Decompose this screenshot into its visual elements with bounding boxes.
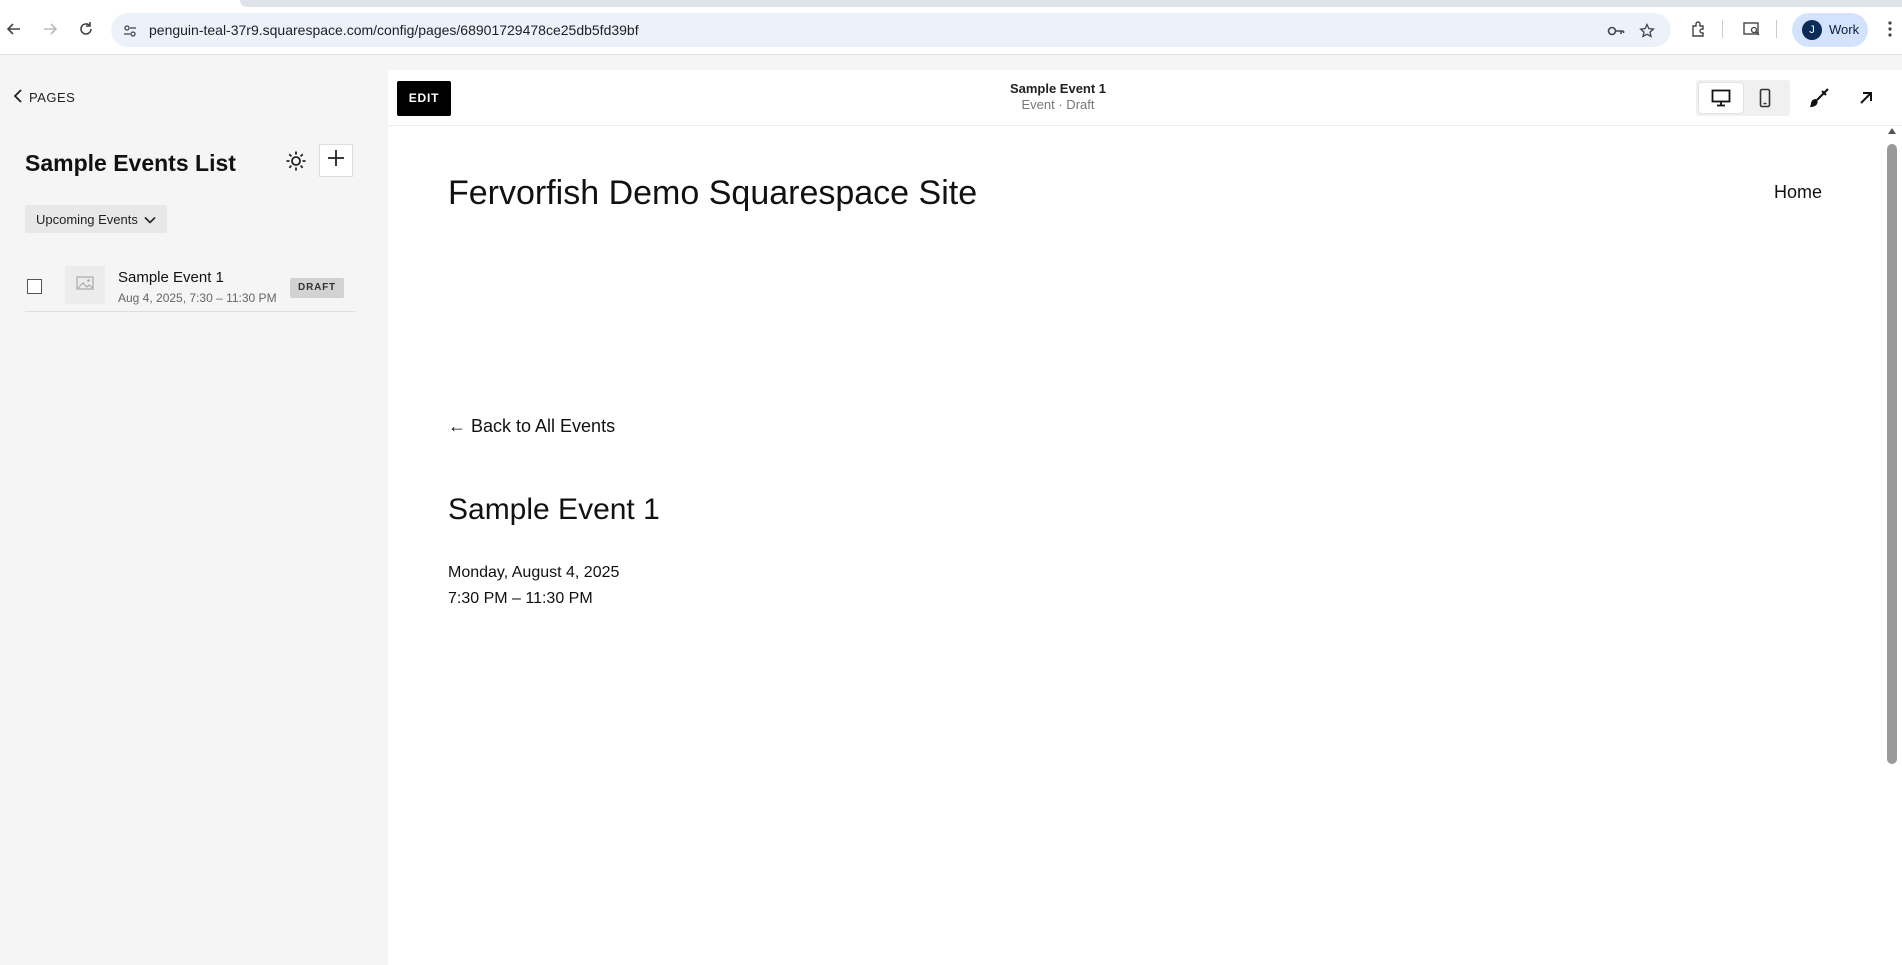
profile-button[interactable]: J Work <box>1792 13 1868 47</box>
browser-toolbar: penguin-teal-37r9.squarespace.com/config… <box>0 0 1902 55</box>
gear-icon[interactable] <box>283 148 309 174</box>
back-to-pages-link[interactable]: PAGES <box>13 89 75 106</box>
reload-icon[interactable] <box>75 18 97 40</box>
event-name: Sample Event 1 <box>118 269 224 286</box>
preview-scrollbar[interactable] <box>1882 126 1902 965</box>
filter-label: Upcoming Events <box>36 211 138 227</box>
event-title: Sample Event 1 <box>448 493 660 526</box>
site-styles-brush-icon[interactable] <box>1807 86 1831 110</box>
select-checkbox[interactable] <box>27 279 42 294</box>
page-editor-panel: EDIT Sample Event 1 Event · Draft Fervor… <box>388 70 1902 965</box>
event-date: Aug 4, 2025, 7:30 – 11:30 PM <box>118 291 277 305</box>
avatar: J <box>1802 20 1822 40</box>
tab-strip <box>240 0 1902 7</box>
back-to-pages-label: PAGES <box>29 90 76 105</box>
password-key-icon[interactable] <box>1607 22 1625 40</box>
bookmark-star-icon[interactable] <box>1638 22 1656 40</box>
forward-arrow-icon[interactable] <box>39 18 61 40</box>
pages-sidebar: PAGES Sample Events List Upcoming Events… <box>0 55 388 965</box>
toolbar-divider <box>1722 20 1723 38</box>
desktop-view-icon[interactable] <box>1699 83 1743 113</box>
edit-button[interactable]: EDIT <box>397 81 451 116</box>
image-icon <box>76 275 94 295</box>
back-arrow-icon[interactable] <box>3 18 25 40</box>
scrollbar-thumb[interactable] <box>1887 144 1897 764</box>
editor-toolbar: EDIT Sample Event 1 Event · Draft <box>388 70 1902 126</box>
chevron-left-icon <box>13 89 23 106</box>
tab-search-icon[interactable] <box>1741 18 1763 40</box>
event-time-text: 7:30 PM – 11:30 PM <box>448 590 593 607</box>
extensions-icon[interactable] <box>1688 18 1710 40</box>
event-filter-dropdown[interactable]: Upcoming Events <box>25 205 167 233</box>
collection-title: Sample Events List <box>25 150 236 176</box>
site-settings-icon[interactable] <box>121 22 139 40</box>
scroll-up-arrow-icon[interactable] <box>1888 128 1896 134</box>
browser-menu-icon[interactable] <box>1879 18 1901 40</box>
site-title[interactable]: Fervorfish Demo Squarespace Site <box>448 174 977 213</box>
open-external-arrow-icon[interactable] <box>1854 86 1878 110</box>
url-text[interactable]: penguin-teal-37r9.squarespace.com/config… <box>149 22 639 38</box>
mobile-view-icon[interactable] <box>1743 83 1787 113</box>
site-preview: Fervorfish Demo Squarespace Site Home ← … <box>388 126 1882 965</box>
editor-page-status: Event · Draft <box>1021 97 1095 112</box>
address-bar[interactable]: penguin-teal-37r9.squarespace.com/config… <box>111 13 1671 47</box>
add-event-button[interactable] <box>319 144 353 177</box>
back-to-all-events-link[interactable]: ← Back to All Events <box>448 416 615 437</box>
editor-page-title: Sample Event 1 <box>1009 81 1107 96</box>
chevron-down-icon <box>144 212 156 227</box>
plus-icon <box>327 149 345 172</box>
event-date-text: Monday, August 4, 2025 <box>448 564 620 581</box>
device-view-toggle <box>1696 80 1790 116</box>
thumbnail-placeholder <box>65 266 105 304</box>
toolbar-divider <box>1776 20 1777 38</box>
profile-label: Work <box>1829 22 1860 37</box>
nav-link-home[interactable]: Home <box>1774 182 1822 203</box>
status-badge: DRAFT <box>290 278 344 298</box>
